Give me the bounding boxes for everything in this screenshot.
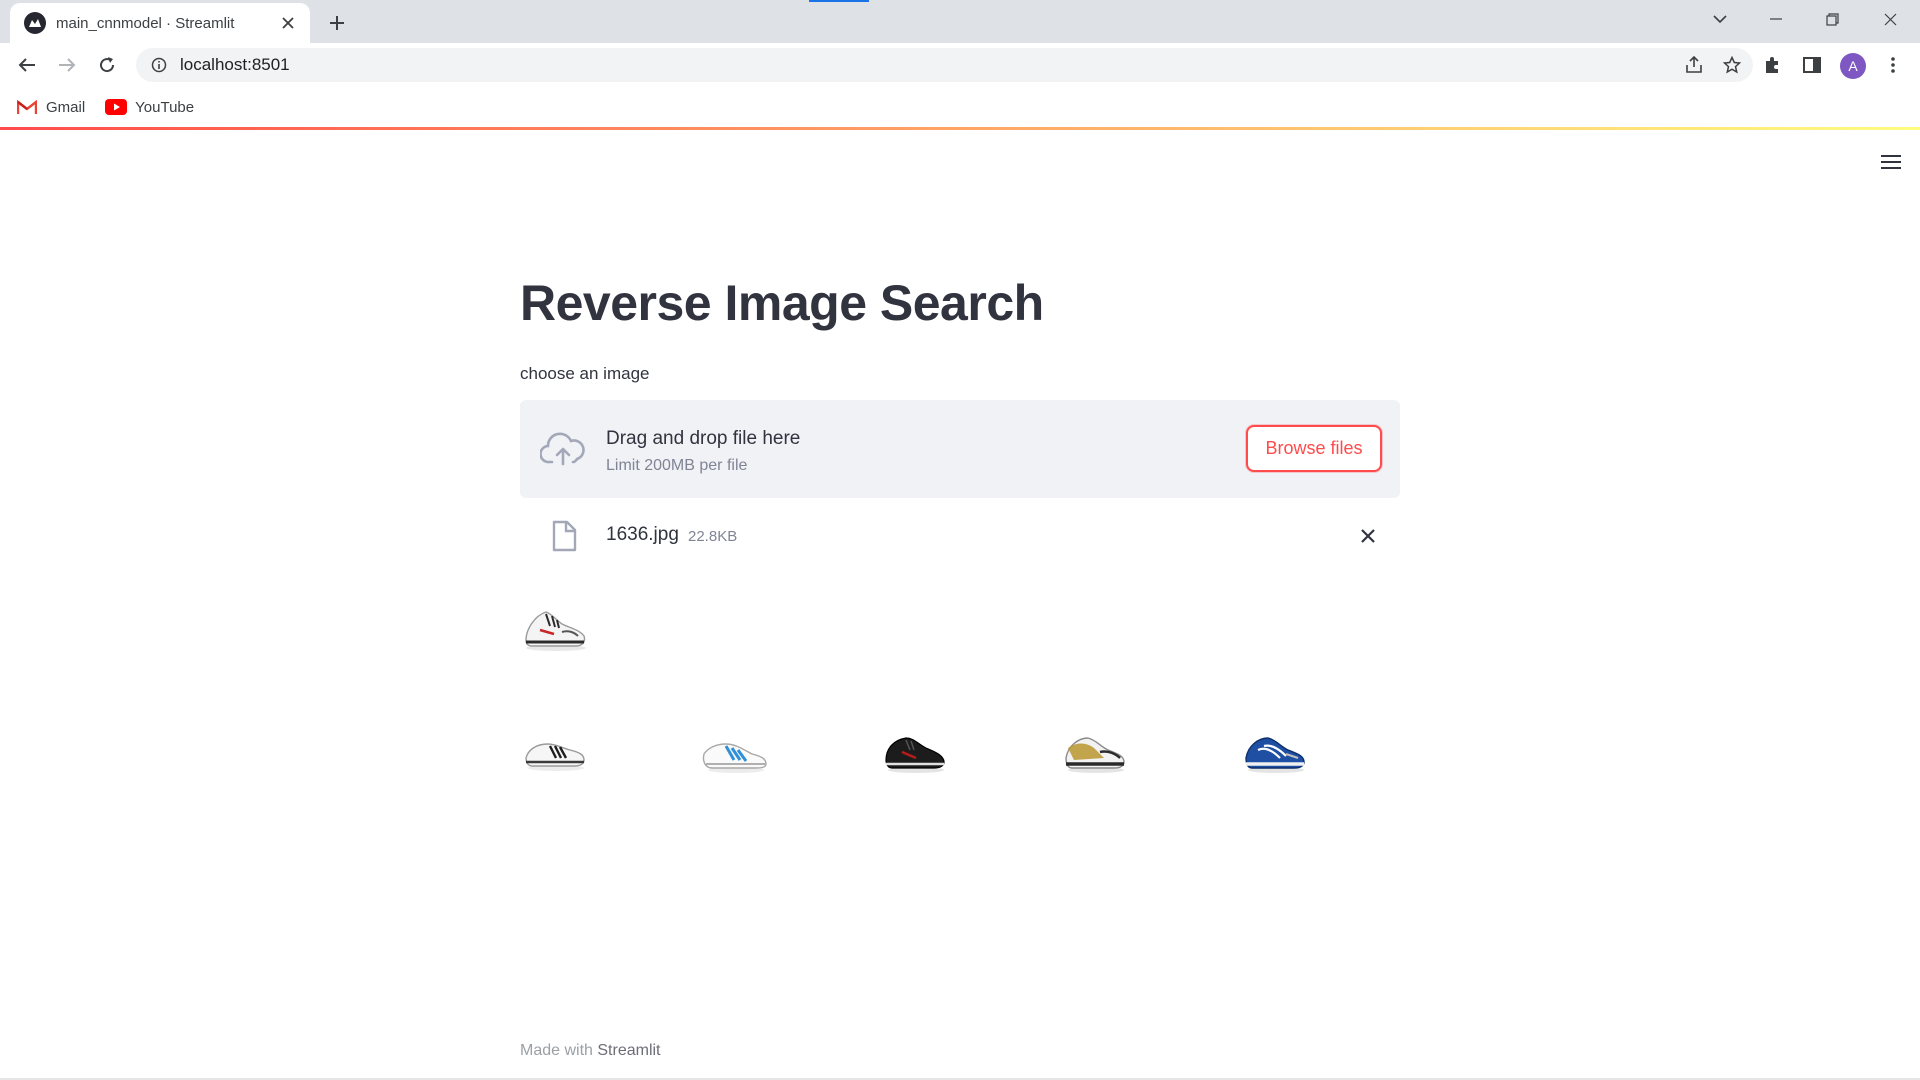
footer-streamlit-link[interactable]: Streamlit [597, 1042, 660, 1059]
uploaded-file-size: 22.8KB [688, 528, 738, 545]
side-panel-icon[interactable] [1797, 50, 1827, 80]
file-icon [550, 520, 578, 552]
url-text: localhost:8501 [180, 55, 290, 74]
result-image-4 [1060, 718, 1130, 778]
uploader-label: choose an image [520, 364, 650, 383]
remove-file-icon[interactable] [1354, 522, 1382, 550]
result-image-5 [1240, 718, 1310, 778]
uploaded-file-name: 1636.jpg [606, 524, 679, 545]
result-image-2 [700, 718, 770, 778]
close-window-icon[interactable] [1862, 0, 1918, 38]
streamlit-decoration-bar [0, 127, 1920, 130]
tab-title: main_cnnmodel · Streamlit [56, 14, 235, 32]
bookmark-star-icon[interactable] [1715, 48, 1749, 82]
file-dropzone[interactable]: Drag and drop file here Limit 200MB per … [520, 400, 1400, 498]
bookmark-gmail-label: Gmail [46, 98, 86, 116]
share-icon[interactable] [1677, 48, 1711, 82]
bookmark-gmail[interactable]: Gmail [16, 99, 85, 116]
tab-close-icon[interactable] [276, 11, 300, 35]
dropzone-title: Drag and drop file here [606, 428, 801, 449]
forward-arrow-icon[interactable] [52, 50, 82, 80]
page-title: Reverse Image Search [520, 275, 1044, 331]
browser-tabstrip: main_cnnmodel · Streamlit [0, 0, 1920, 43]
new-tab-icon[interactable] [322, 8, 352, 38]
result-image-3 [880, 718, 950, 778]
dropzone-limit: Limit 200MB per file [606, 457, 748, 474]
tabstrip-accent [809, 0, 869, 2]
reload-icon[interactable] [92, 50, 122, 80]
bookmarks-bar: Gmail YouTube [0, 87, 1920, 127]
address-bar[interactable]: localhost:8501 [136, 48, 1753, 82]
site-info-icon[interactable] [142, 48, 176, 82]
minimize-icon[interactable] [1748, 0, 1804, 38]
youtube-icon [105, 99, 128, 115]
cloud-upload-icon [539, 430, 586, 468]
profile-avatar[interactable]: A [1840, 53, 1866, 79]
browser-toolbar: localhost:8501 A [0, 43, 1920, 87]
footer: Made with Streamlit [520, 1042, 661, 1060]
tab-search-icon[interactable] [1692, 0, 1748, 38]
streamlit-favicon-icon [24, 12, 46, 34]
extensions-icon[interactable] [1757, 50, 1787, 80]
app-menu-icon[interactable] [1876, 150, 1906, 174]
bookmark-youtube[interactable]: YouTube [105, 99, 194, 116]
footer-prefix: Made with [520, 1042, 598, 1059]
gmail-icon [16, 99, 38, 115]
browse-files-button[interactable]: Browse files [1246, 425, 1382, 472]
result-image-1 [520, 718, 590, 778]
browser-tab[interactable]: main_cnnmodel · Streamlit [10, 3, 310, 43]
bookmark-youtube-label: YouTube [135, 98, 195, 116]
restore-icon[interactable] [1804, 0, 1860, 38]
back-arrow-icon[interactable] [12, 50, 42, 80]
uploaded-file-row: 1636.jpg 22.8KB [520, 510, 1400, 560]
browser-menu-icon[interactable] [1878, 50, 1908, 80]
query-shoe-image [520, 596, 590, 656]
